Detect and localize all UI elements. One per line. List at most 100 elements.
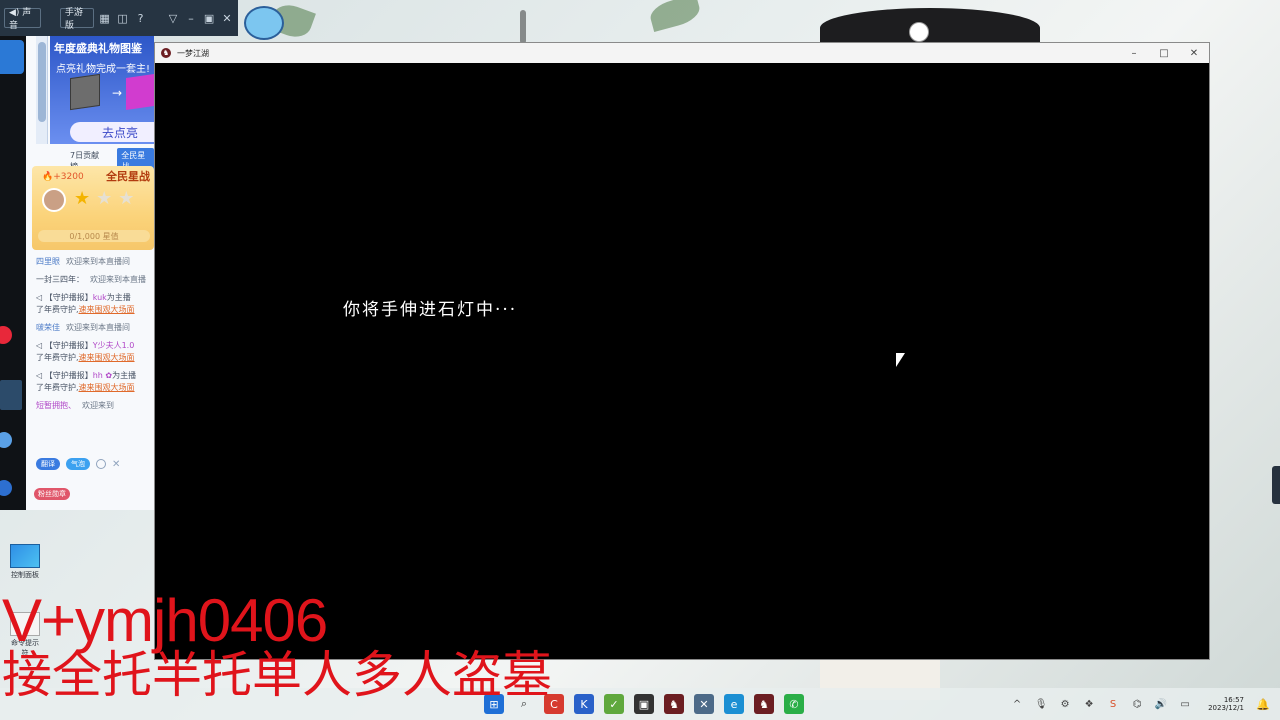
arrow-right-icon: → xyxy=(112,86,123,100)
battery-icon[interactable]: ▭ xyxy=(1178,697,1192,711)
game-icon[interactable]: ♞ xyxy=(664,694,684,714)
scrollbar-thumb[interactable] xyxy=(38,42,46,122)
star-icon: ★ xyxy=(74,188,91,209)
maximize-button[interactable]: □ xyxy=(1149,43,1179,63)
chat-link[interactable]: 速来围观大场面 xyxy=(79,353,135,362)
chat-link[interactable]: 速来围观大场面 xyxy=(79,305,135,314)
game2-icon[interactable]: ♞ xyxy=(754,694,774,714)
chevron-up-icon[interactable]: ^ xyxy=(1010,697,1024,711)
chat-prefix: ◁ 【守护播报】 xyxy=(36,371,93,380)
chat-prefix: ◁ 【守护播报】 xyxy=(36,293,93,302)
chat-username[interactable]: 四里眼 xyxy=(36,257,60,266)
star-battle-tag: 全民星战 xyxy=(106,170,150,183)
chat-username[interactable]: 一封三四年： xyxy=(36,275,84,284)
sidebar-box-icon[interactable] xyxy=(0,380,22,410)
overlay-contact-text: V+ymjh0406 xyxy=(2,587,328,654)
tray-app-icon[interactable]: ⚙ xyxy=(1058,697,1072,711)
network-icon[interactable]: ⌬ xyxy=(1130,697,1144,711)
chat-text: 欢迎来到本直播 xyxy=(90,275,146,284)
game-viewport[interactable]: 你将手伸进石灯中··· xyxy=(155,63,1209,659)
stream-toolbar: ◀) 声音 手游版 ▦ ◫ ? ▽ – ▣ ✕ xyxy=(0,0,238,36)
gift-banner-subtitle: 点亮礼物完成一套主! xyxy=(56,64,151,75)
clock[interactable]: 16:57 2023/12/1 xyxy=(1208,696,1244,713)
window-titlebar[interactable]: ♞ 一梦江湖 – □ ✕ xyxy=(155,43,1209,63)
control-panel-icon xyxy=(10,544,40,568)
close-button[interactable]: ✕ xyxy=(1179,43,1209,63)
fan-badge[interactable]: 粉丝勋章 xyxy=(34,488,70,500)
star-battle-card[interactable]: 🔥+3200 全民星战 ★ ★ ★ 0/1,000 星值 xyxy=(32,166,154,250)
chat-text: 为主播 xyxy=(112,371,137,380)
chat-scrollbar[interactable] xyxy=(36,36,48,144)
left-sidebar-strip xyxy=(0,36,26,510)
app-cross-icon[interactable]: ✕ xyxy=(694,694,714,714)
list-item: 短暂拥抱、 欢迎来到 xyxy=(36,400,154,412)
chat-username[interactable]: 短暂拥抱、 xyxy=(36,401,76,410)
right-edge-tab[interactable] xyxy=(1272,466,1280,504)
list-item: ◁ 【守护播报】hh ✿为主播 了年费守护,速来围观大场面 xyxy=(36,370,154,394)
desktop-icon-label: 控制面板 xyxy=(11,571,39,579)
chat-text: 欢迎来到 xyxy=(82,401,114,410)
overlay-service-text: 接全托半托单人多人盗墓 xyxy=(2,646,552,704)
close-icon[interactable]: ✕ xyxy=(112,459,120,470)
chat-username[interactable]: hh ✿ xyxy=(93,371,112,380)
heat-text: +3200 xyxy=(53,172,84,182)
mobile-version-button[interactable]: 手游版 xyxy=(59,8,94,31)
sidebar-circle-icon[interactable] xyxy=(0,432,12,448)
chat-link[interactable]: 速来围观大场面 xyxy=(79,383,135,392)
restore-icon[interactable]: ▣ xyxy=(202,10,216,26)
emoji-icon[interactable] xyxy=(96,459,106,469)
gift-box-icon xyxy=(70,73,100,111)
window-title: 一梦江湖 xyxy=(177,48,209,58)
clock-date: 2023/12/1 xyxy=(1208,704,1244,713)
chat-text: 欢迎来到本直播间 xyxy=(66,257,130,266)
sidebar-circle-icon[interactable] xyxy=(0,480,12,496)
dropdown-icon[interactable]: ▽ xyxy=(166,10,180,26)
window-controls: – □ ✕ xyxy=(1119,43,1209,63)
clock-time: 16:57 xyxy=(1223,696,1244,704)
volume-icon[interactable]: 🔊 xyxy=(1154,697,1168,711)
app-dark-icon[interactable]: ▣ xyxy=(634,694,654,714)
app-blue-icon[interactable]: K xyxy=(574,694,594,714)
gift-banner-title: 年度盛典礼物图鉴 xyxy=(54,42,142,55)
microphone-icon[interactable]: 🎙 xyxy=(1034,697,1048,711)
light-up-button[interactable]: 去点亮 xyxy=(70,122,154,142)
wallpaper-leaf xyxy=(647,0,703,33)
minimize-button[interactable]: – xyxy=(1119,43,1149,63)
chat-text: 了年费守护, xyxy=(36,305,79,314)
wallpaper-cat xyxy=(909,22,929,42)
tray-app-icon[interactable]: ❖ xyxy=(1082,697,1096,711)
edge-icon[interactable]: e xyxy=(724,694,744,714)
tray-red-icon[interactable]: S xyxy=(1106,697,1120,711)
app-green-icon[interactable]: ✓ xyxy=(604,694,624,714)
help-icon[interactable]: ? xyxy=(134,10,148,26)
chat-prefix: ◁ 【守护播报】 xyxy=(36,341,93,350)
avatar xyxy=(42,188,66,212)
translate-button[interactable]: 翻译 xyxy=(36,458,60,470)
chat-message-list: 四里眼 欢迎来到本直播间 一封三四年： 欢迎来到本直播 ◁ 【守护播报】kuk为主播… xyxy=(36,256,154,418)
minimize-icon[interactable]: – xyxy=(184,10,198,26)
sound-button[interactable]: ◀) 声音 xyxy=(4,8,42,31)
close-icon[interactable]: ✕ xyxy=(220,10,234,26)
star-icon: ★ xyxy=(118,188,135,209)
mascot-icon xyxy=(244,6,284,40)
chat-username[interactable]: kuk xyxy=(93,293,107,302)
game-app-icon: ♞ xyxy=(161,48,171,58)
wechat-icon[interactable]: ✆ xyxy=(784,694,804,714)
record-icon[interactable] xyxy=(0,326,12,344)
star-icon: ★ xyxy=(96,188,113,209)
story-dialogue: 你将手伸进石灯中··· xyxy=(343,300,518,320)
star-progress: 0/1,000 星值 xyxy=(38,230,150,242)
chat-actions: 翻译 气泡 ✕ xyxy=(36,458,120,470)
game-window: ♞ 一梦江湖 – □ ✕ 你将手伸进石灯中··· xyxy=(154,42,1210,660)
chat-username[interactable]: Y少夫人1.0 xyxy=(93,341,135,350)
chat-text: 了年费守护, xyxy=(36,353,79,362)
gift-box-icon xyxy=(126,74,154,110)
sidebar-tab[interactable] xyxy=(0,40,24,74)
grid-icon[interactable]: ▦ xyxy=(98,10,112,26)
shield-icon[interactable]: ◫ xyxy=(116,10,130,26)
chat-username[interactable]: 啵荣佳 xyxy=(36,323,60,332)
bubble-button[interactable]: 气泡 xyxy=(66,458,90,470)
notification-bell-icon[interactable]: 🔔 xyxy=(1256,698,1270,711)
system-tray: ^ 🎙 ⚙ ❖ S ⌬ 🔊 ▭ 16:57 2023/12/1 xyxy=(1010,696,1244,713)
desktop-icon-control-panel[interactable]: 控制面板 xyxy=(8,544,42,580)
